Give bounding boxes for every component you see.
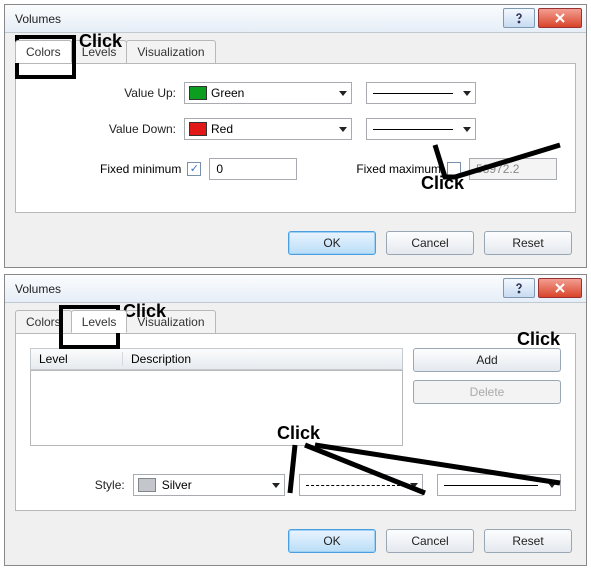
style-swatch	[138, 478, 156, 492]
tab-visualization[interactable]: Visualization	[126, 40, 215, 63]
chevron-down-icon	[335, 83, 351, 103]
tab-colors[interactable]: Colors	[15, 40, 72, 63]
help-button[interactable]	[503, 8, 535, 28]
chevron-down-icon	[335, 119, 351, 139]
chevron-down-icon	[268, 475, 284, 495]
chevron-down-icon	[544, 475, 560, 495]
volumes-dialog-levels: Volumes Colors Levels Visualization Leve…	[4, 274, 587, 566]
style-color-text: Silver	[160, 478, 269, 492]
reset-button[interactable]: Reset	[484, 231, 572, 255]
dialog-title: Volumes	[15, 12, 61, 26]
dialog-title: Volumes	[15, 282, 61, 296]
value-down-swatch	[189, 122, 207, 136]
fixed-max-input[interactable]	[469, 158, 557, 180]
titlebar[interactable]: Volumes	[5, 275, 586, 303]
value-down-row: Value Down: Red	[34, 118, 557, 140]
dialog-body: Colors Levels Visualization Level Descri…	[5, 303, 586, 519]
cancel-button[interactable]: Cancel	[386, 529, 474, 553]
fixed-max-checkbox[interactable]	[447, 162, 461, 176]
add-button[interactable]: Add	[413, 348, 561, 372]
chevron-down-icon	[459, 119, 475, 139]
help-button[interactable]	[503, 278, 535, 298]
tab-levels[interactable]: Levels	[71, 310, 128, 333]
cancel-button[interactable]: Cancel	[386, 231, 474, 255]
value-down-color-text: Red	[211, 122, 335, 136]
style-row: Style: Silver	[30, 474, 561, 496]
line-preview	[444, 485, 538, 486]
style-linepattern-dropdown[interactable]	[299, 474, 423, 496]
value-up-color-text: Green	[211, 86, 335, 100]
dialog-body: Colors Levels Visualization Value Up: Gr…	[5, 33, 586, 221]
col-level[interactable]: Level	[31, 352, 123, 366]
fixed-values-row: Fixed minimum Fixed maximum	[34, 158, 557, 180]
line-preview-dashed	[306, 485, 400, 486]
fixed-max-label: Fixed maximum	[356, 162, 441, 176]
tab-levels[interactable]: Levels	[71, 40, 128, 63]
volumes-dialog-colors: Volumes Colors Levels Visualization Valu…	[4, 4, 587, 268]
close-button[interactable]	[538, 278, 582, 298]
reset-button[interactable]: Reset	[484, 529, 572, 553]
value-down-color-dropdown[interactable]: Red	[184, 118, 352, 140]
value-up-row: Value Up: Green	[34, 82, 557, 104]
value-down-label: Value Down:	[34, 122, 184, 136]
tab-colors[interactable]: Colors	[15, 310, 72, 333]
close-button[interactable]	[538, 8, 582, 28]
delete-button[interactable]: Delete	[413, 380, 561, 404]
value-up-label: Value Up:	[34, 86, 184, 100]
levels-listbox[interactable]	[30, 370, 403, 446]
style-linewidth-dropdown[interactable]	[437, 474, 561, 496]
titlebar-buttons	[503, 278, 582, 298]
tabstrip: Colors Levels Visualization	[15, 40, 576, 64]
line-preview	[373, 93, 453, 94]
ok-button[interactable]: OK	[288, 529, 376, 553]
titlebar-buttons	[503, 8, 582, 28]
value-down-linestyle-dropdown[interactable]	[366, 118, 476, 140]
tabstrip: Colors Levels Visualization	[15, 310, 576, 334]
levels-side-buttons: Add Delete	[413, 348, 561, 446]
button-bar: OK Cancel Reset	[5, 221, 586, 267]
list-header: Level Description	[30, 348, 403, 370]
value-up-swatch	[189, 86, 207, 100]
titlebar[interactable]: Volumes	[5, 5, 586, 33]
col-description[interactable]: Description	[123, 352, 191, 366]
levels-list-area: Level Description	[30, 348, 403, 446]
tab-content-colors: Value Up: Green Value Down: Red	[15, 63, 576, 213]
chevron-down-icon	[459, 83, 475, 103]
chevron-down-icon	[406, 475, 422, 495]
style-color-dropdown[interactable]: Silver	[133, 474, 286, 496]
value-up-linestyle-dropdown[interactable]	[366, 82, 476, 104]
style-label: Style:	[30, 478, 133, 492]
tab-visualization[interactable]: Visualization	[126, 310, 215, 333]
value-up-color-dropdown[interactable]: Green	[184, 82, 352, 104]
fixed-min-input[interactable]	[209, 158, 297, 180]
fixed-min-checkbox[interactable]	[187, 162, 201, 176]
ok-button[interactable]: OK	[288, 231, 376, 255]
fixed-min-label: Fixed minimum	[100, 162, 181, 176]
tab-content-levels: Level Description Add Delete Style: Silv…	[15, 333, 576, 511]
button-bar: OK Cancel Reset	[5, 519, 586, 565]
line-preview	[373, 129, 453, 130]
